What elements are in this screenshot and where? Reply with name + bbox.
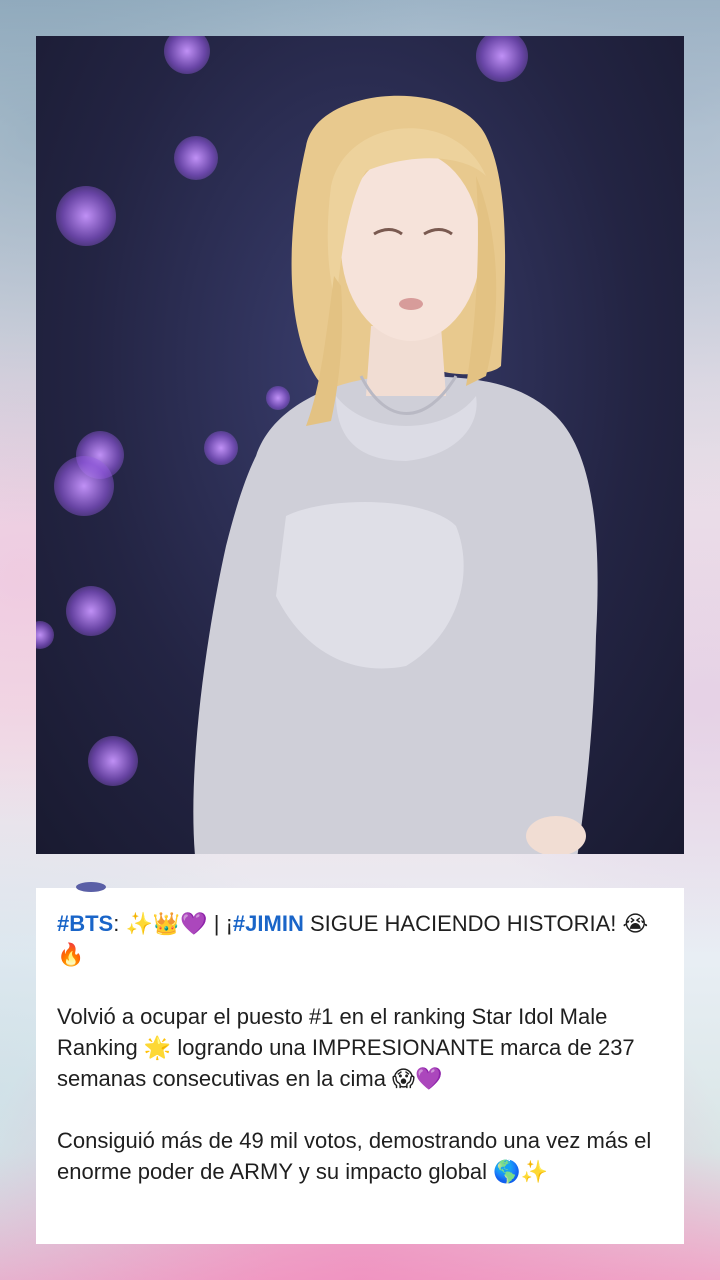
bokeh-light	[36, 621, 54, 649]
bokeh-light	[54, 456, 114, 516]
caption-paragraph: Volvió a ocupar el puesto #1 en el ranki…	[57, 1004, 635, 1091]
avatar	[76, 882, 106, 892]
bokeh-light	[88, 736, 138, 786]
caption-paragraph: Consiguió más de 49 mil votos, demostran…	[57, 1128, 652, 1184]
post-headline: #BTS: ✨👑💜 | ¡#JIMIN SIGUE HACIENDO HISTO…	[57, 908, 662, 970]
post-caption-card: #BTS: ✨👑💜 | ¡#JIMIN SIGUE HACIENDO HISTO…	[36, 882, 684, 1244]
bokeh-light	[66, 586, 116, 636]
bokeh-light	[164, 36, 210, 74]
headline-separator: : ✨👑💜 | ¡	[113, 911, 233, 936]
performer-figure	[193, 95, 598, 854]
hashtag-link[interactable]: #BTS	[57, 911, 113, 936]
bokeh-light	[56, 186, 116, 246]
hashtag-link[interactable]: #JIMIN	[233, 911, 304, 936]
post-photo[interactable]	[36, 36, 684, 854]
